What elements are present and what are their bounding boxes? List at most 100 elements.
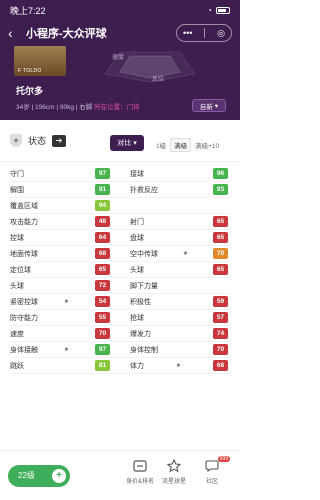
attribute-row: 身体接触 ★ 97 身体控制 70	[10, 342, 230, 358]
player-card-label: F TOLDO	[18, 68, 42, 74]
state-label: 状态	[28, 136, 47, 146]
attribute-cell: 定位球 65	[10, 264, 120, 275]
attribute-name: 攻击能力	[10, 218, 38, 226]
player-stats: 34岁 | 196cm | 90kg | 右脚	[16, 104, 93, 111]
attribute-name: 盘球	[130, 234, 144, 242]
attribute-value-badge: 94	[95, 200, 110, 211]
level-1-option[interactable]: 1级	[156, 140, 166, 150]
attribute-name: 头球	[10, 282, 24, 290]
attribute-cell: 控球 64	[10, 232, 120, 243]
attribute-value-badge: 91	[95, 184, 110, 195]
attribute-cell: 覆盖区域 94	[10, 200, 120, 211]
attribute-value-badge: 48	[95, 216, 110, 227]
attribute-value-badge: 54	[94, 296, 110, 307]
attribute-name: 紧密控球	[10, 298, 38, 306]
attribute-name: 覆盖区域	[10, 202, 38, 210]
bottom-bar: 22级 + 身价&排名 流星球星 999 社区	[0, 450, 240, 500]
arrow-right-icon[interactable]: ➜	[52, 134, 67, 147]
attribute-name: 头球	[130, 266, 144, 274]
mini-program-capsule[interactable]: ••• ◎	[176, 24, 232, 42]
attribute-row: 地面传球 68 空中传球 ★ 70	[10, 246, 230, 262]
attribute-value-badge: 96	[213, 168, 228, 179]
player-info: 34岁 | 196cm | 90kg | 右脚 所在位置：门将	[16, 101, 140, 111]
attribute-value-badge: 93	[213, 184, 228, 195]
level-max10-option[interactable]: 满级+10	[195, 140, 219, 150]
follow-label: 自新	[199, 103, 213, 111]
attribute-name: 防守能力	[10, 314, 38, 322]
tab-star-players-label: 流星球星	[161, 479, 186, 485]
player-header: 晚上7:22 ◔ ‹ 小程序-大众评球 ••• ◎ F TOLDO 速度 反应 …	[0, 0, 240, 120]
attribute-name: 射门	[130, 218, 144, 226]
compare-button[interactable]: 对比 ▾	[110, 135, 144, 151]
attribute-cell: 盘球 65	[120, 232, 230, 243]
attribute-value-badge: 81	[95, 360, 110, 371]
player-position-link[interactable]: 所在位置：门将	[94, 104, 140, 111]
chevron-down-icon: ▾	[133, 140, 137, 147]
attribute-name: 定位球	[10, 266, 31, 274]
attribute-value-badge: 74	[213, 328, 228, 339]
attribute-name: 控球	[10, 234, 24, 242]
attribute-cell: 速度 70	[10, 328, 120, 339]
star-icon: ★	[63, 347, 70, 353]
attribute-value-badge: 65	[213, 232, 228, 243]
tab-community[interactable]: 999 社区	[190, 456, 234, 485]
attribute-cell: 体力 ★ 68	[120, 360, 230, 371]
status-bar: 晚上7:22 ◔	[0, 0, 240, 20]
radar-chart	[104, 51, 196, 83]
attribute-cell: 头球 72	[10, 280, 120, 291]
attribute-cell: 身体接触 ★ 97	[10, 344, 120, 355]
attribute-value-badge: 64	[95, 232, 110, 243]
attribute-value-badge: 65	[213, 216, 228, 227]
attribute-name: 抢球	[130, 314, 144, 322]
capsule-divider	[204, 28, 206, 38]
attribute-name: 扑救反应	[130, 186, 158, 194]
add-label: 22级	[18, 471, 35, 480]
level-selector: 1级 满级 满级+10	[156, 138, 219, 152]
player-card-image[interactable]: F TOLDO	[14, 46, 66, 76]
attribute-value-badge: 59	[213, 296, 228, 307]
attribute-row: 守门 97 接球 96	[10, 166, 230, 182]
attribute-value-badge: 97	[94, 344, 110, 355]
attribute-cell: 爆发力 74	[120, 328, 230, 339]
attribute-value-badge: 70	[213, 344, 228, 355]
level-max-option[interactable]: 满级	[170, 138, 192, 152]
attribute-name: 守门	[10, 170, 24, 178]
tab-community-label: 社区	[205, 479, 218, 485]
attribute-cell: 身体控制 70	[120, 344, 230, 355]
attribute-name: 解围	[10, 186, 24, 194]
add-to-squad-button[interactable]: 22级 +	[8, 464, 70, 487]
attribute-name: 体力	[130, 362, 144, 370]
compare-label: 对比	[117, 140, 132, 147]
player-name: 托尔多	[16, 86, 44, 96]
attribute-value-badge: 55	[95, 312, 110, 323]
attribute-name: 跳跃	[10, 362, 24, 370]
attribute-value-badge: 68	[95, 248, 110, 259]
attribute-toolbar: ◆ 状态 ➜ 对比 ▾ 1级 满级 满级+10	[0, 120, 240, 162]
back-icon[interactable]: ‹	[8, 25, 22, 41]
attribute-cell: 攻击能力 48	[10, 216, 120, 227]
status-icons: ◔	[207, 6, 230, 15]
star-icon: ★	[175, 363, 182, 369]
attribute-cell: 接球 96	[120, 168, 230, 179]
attribute-value-badge: 65	[95, 264, 110, 275]
attribute-value-badge: 70	[95, 328, 110, 339]
attribute-cell: 脚下力量	[120, 281, 230, 291]
attribute-cell: 空中传球 ★ 70	[120, 248, 230, 259]
attribute-row: 定位球 65 头球 65	[10, 262, 230, 278]
page-title: 小程序-大众评球	[26, 28, 107, 40]
attribute-name: 地面传球	[10, 250, 38, 258]
attribute-row: 防守能力 55 抢球 57	[10, 310, 230, 326]
attribute-value-badge: 65	[213, 264, 228, 275]
attribute-row: 解围 91 扑救反应 93	[10, 182, 230, 198]
plus-icon: +	[52, 468, 66, 483]
more-icon[interactable]: •••	[183, 28, 192, 38]
close-icon[interactable]: ◎	[217, 28, 225, 39]
attribute-cell: 防守能力 55	[10, 312, 120, 323]
star-icon: ★	[63, 299, 70, 305]
tab-rankings-label: 身价&排名	[125, 479, 154, 485]
wifi-icon: ◔	[207, 5, 212, 15]
nav-bar: ‹ 小程序-大众评球 ••• ◎	[0, 20, 240, 46]
follow-button[interactable]: 自新 ▾	[191, 99, 226, 112]
battery-icon	[216, 6, 230, 14]
attribute-cell: 紧密控球 ★ 54	[10, 296, 120, 307]
